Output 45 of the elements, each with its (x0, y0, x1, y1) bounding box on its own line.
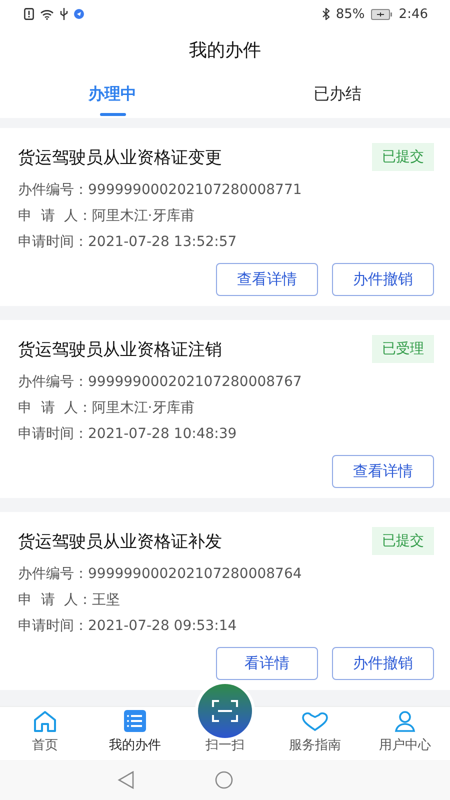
status-badge: 已提交 (372, 527, 434, 555)
battery-charging-icon (370, 8, 393, 20)
sim-alert-icon (24, 8, 34, 20)
back-icon[interactable] (117, 771, 135, 789)
case-action-button[interactable]: 查看详情 (332, 455, 434, 488)
usb-icon (60, 8, 68, 20)
case-detail: 申请时间：2021-07-28 13:52:57 (18, 233, 238, 252)
tab-underline (100, 113, 126, 116)
case-title: 货运驾驶员从业资格证变更 (18, 146, 222, 168)
bluetooth-icon (322, 8, 330, 20)
case-detail: 办件编号：999999000202107280008771 (18, 181, 303, 200)
home-icon[interactable] (33, 710, 57, 732)
case-title: 货运驾驶员从业资格证注销 (18, 338, 222, 360)
clock-time: 2:46 (398, 6, 428, 22)
nav-label[interactable]: 用户中心 (379, 736, 431, 754)
page-title: 我的办件 (189, 39, 261, 62)
case-detail: 申 请 人：阿里木江·牙库甫 (18, 399, 196, 418)
case-action-button[interactable]: 办件撤销 (332, 263, 434, 296)
case-detail: 办件编号：999999000202107280008764 (18, 565, 303, 584)
case-action-button[interactable]: 看详情 (216, 647, 318, 680)
home-circle-icon[interactable] (215, 771, 233, 789)
case-action-button[interactable]: 查看详情 (216, 263, 318, 296)
nav-label[interactable]: 我的办件 (109, 736, 161, 754)
tab[interactable]: 办理中 (80, 80, 144, 109)
nav-label[interactable]: 首页 (32, 736, 58, 754)
case-detail: 申 请 人：阿里木江·牙库甫 (18, 207, 196, 226)
list-icon[interactable] (124, 710, 146, 732)
case-action-button[interactable]: 办件撤销 (332, 647, 434, 680)
user-icon[interactable] (394, 710, 416, 732)
case-detail: 办件编号：999999000202107280008767 (18, 373, 303, 392)
case-title: 货运驾驶员从业资格证补发 (18, 530, 222, 552)
case-detail: 申 请 人：王坚 (18, 591, 121, 610)
nav-label[interactable]: 扫一扫 (206, 736, 244, 754)
battery-percent: 85% (336, 6, 365, 22)
heart-icon[interactable] (302, 712, 328, 732)
app-notification-icon (74, 9, 84, 19)
case-detail: 申请时间：2021-07-28 10:48:39 (18, 425, 238, 444)
scan-icon (212, 700, 238, 722)
status-badge: 已提交 (372, 143, 434, 171)
wifi-icon (40, 8, 54, 20)
nav-label[interactable]: 服务指南 (289, 736, 341, 754)
status-badge: 已受理 (372, 335, 434, 363)
case-detail: 申请时间：2021-07-28 09:53:14 (18, 617, 238, 636)
tab[interactable]: 已办结 (306, 80, 370, 109)
scan-button[interactable] (198, 684, 252, 738)
